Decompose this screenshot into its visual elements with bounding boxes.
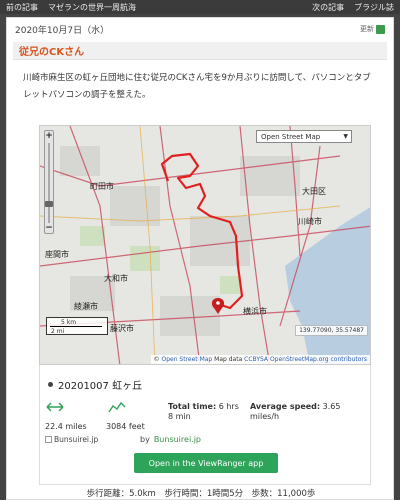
attrib-contrib-link[interactable]: OpenStreetMap.org contributors — [270, 356, 367, 363]
update-link[interactable]: 更新 — [360, 24, 385, 34]
map-layer-select[interactable]: Open Street Map ▼ — [256, 130, 352, 143]
update-label: 更新 — [360, 25, 374, 33]
post-body: 川崎市麻生区の虹ヶ丘団地に住む従兄のCKさん宅を9か月ぶりに訪問して、パソコンと… — [23, 73, 371, 100]
route-distance: 22.4 miles — [45, 422, 87, 431]
chevron-down-icon: ▼ — [343, 133, 348, 140]
route-name: 20201007 虹ヶ丘 — [58, 381, 143, 392]
post-date: 2020年10月7日（水） — [15, 25, 110, 36]
route-header: 20201007 虹ヶ丘 — [48, 377, 142, 392]
article-card: 2020年10月7日（水） 更新 従兄のCKさん 川崎市麻生区の虹ヶ丘団地に住む… — [6, 17, 394, 500]
update-badge-icon — [376, 24, 385, 34]
author-link[interactable]: Bunsuirei.jp — [154, 435, 201, 444]
zoom-out-icon[interactable]: − — [45, 223, 53, 233]
zoom-slider-handle[interactable] — [45, 201, 53, 207]
top-navigation: 前の記事 マゼランの世界一周航海 次の記事 ブラジル誌 — [0, 0, 400, 14]
site-title-link[interactable]: マゼランの世界一周航海 — [48, 2, 136, 13]
place-label-kawasaki: 川崎市 — [298, 216, 322, 226]
map-attribution: © Open Street Map Map data CCBYSA OpenSt… — [150, 355, 370, 364]
route-elevation: 3084 feet — [106, 422, 145, 431]
map-layer-value: Open Street Map — [261, 132, 321, 141]
place-label-zama: 座間市 — [45, 249, 69, 259]
total-time: Total time: 6 hrs 8 min — [168, 402, 246, 422]
author-image: Bunsuirei.jp — [45, 435, 98, 444]
scale-mi: 2 mi — [51, 328, 65, 335]
average-speed: Average speed: 3.65 miles/h — [250, 402, 360, 422]
map-coordinates: 139.77090, 35.57487 — [295, 325, 368, 336]
place-label-ayase: 綾瀬市 — [74, 301, 98, 311]
brazil-journal-link[interactable]: ブラジル誌 — [354, 2, 394, 13]
open-viewranger-button[interactable]: Open in the ViewRanger app — [134, 453, 278, 473]
avg-speed-label: Average speed: — [250, 402, 321, 411]
total-time-label: Total time: — [168, 402, 217, 411]
place-label-yamato: 大和市 — [104, 273, 128, 283]
zoom-track — [48, 143, 50, 223]
place-label-fujisawa: 藤沢市 — [110, 323, 134, 333]
walk-stats-line: 歩行距離：5.0km 歩行時間：1時間5分 歩数：11,000歩 — [86, 489, 316, 499]
attrib-osm-link[interactable]: Open Street Map — [162, 356, 213, 363]
broken-image-icon — [45, 436, 52, 443]
distance-arrows-icon — [46, 402, 64, 412]
scale-km: 5 km — [61, 319, 77, 326]
elevation-chart-icon — [108, 401, 126, 413]
place-label-machida: 町田市 — [90, 181, 114, 191]
next-article-link[interactable]: 次の記事 — [312, 2, 344, 13]
attrib-license-link[interactable]: CCBYSA — [244, 356, 268, 363]
prev-article-link[interactable]: 前の記事 — [6, 2, 38, 13]
map-scale-bar: 5 km 2 mi — [46, 317, 108, 335]
author-byline: by Bunsuirei.jp — [140, 435, 202, 444]
zoom-in-icon[interactable]: + — [45, 131, 53, 141]
place-label-ota: 大田区 — [302, 186, 326, 196]
place-label-yokohama: 横浜市 — [243, 306, 267, 316]
route-map[interactable]: 町田市 座間市 大和市 綾瀬市 藤沢市 大田区 川崎市 横浜市 + − Open… — [39, 125, 371, 365]
zoom-control[interactable]: + − — [44, 130, 54, 234]
post-title: 従兄のCKさん — [19, 47, 85, 58]
post-title-band: 従兄のCKさん — [13, 42, 387, 60]
route-bullet-icon — [48, 382, 53, 387]
route-info-panel: 20201007 虹ヶ丘 22.4 miles 3084 feet Total … — [39, 365, 371, 485]
